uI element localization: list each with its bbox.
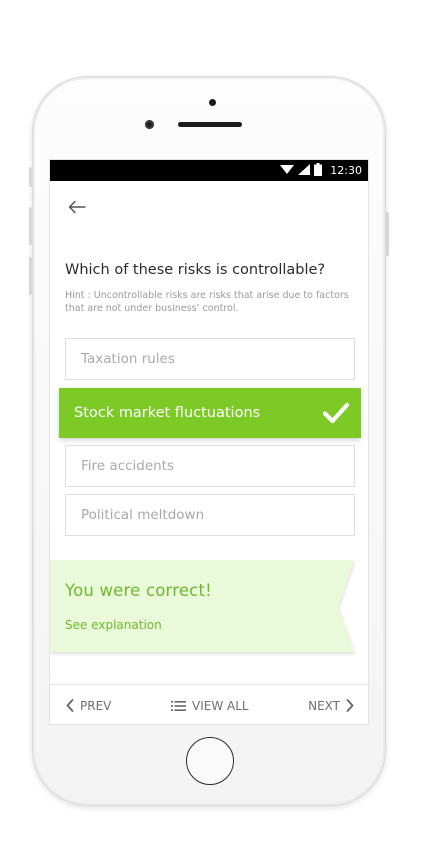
option-taxation-rules[interactable]: Taxation rules [65,338,355,380]
view-all-button[interactable]: VIEW ALL [171,685,249,724]
hint-text: Hint : Uncontrollable risks are risks th… [65,290,349,314]
arrow-left-icon [68,200,86,214]
side-button-mute [29,167,32,187]
view-all-label: VIEW ALL [192,698,249,713]
wifi-icon [280,164,295,178]
next-button[interactable]: NEXT [308,685,354,724]
device-mockup: 12:30 Which of these risks is controllab… [0,0,421,862]
status-time: 12:30 [330,164,362,177]
side-button-power [386,212,389,256]
list-icon [171,700,186,711]
question-text: Which of these risks is controllable? [65,262,326,278]
signal-icon [298,163,311,178]
option-label: Taxation rules [81,351,175,367]
option-stock-market-fluctuations[interactable]: Stock market fluctuations [59,388,361,438]
home-button[interactable] [186,737,234,785]
back-button[interactable] [66,196,88,218]
checkmark-icon [323,401,349,425]
camera-icon [209,99,216,106]
feedback-banner: You were correct! See explanation [50,560,358,656]
option-political-meltdown[interactable]: Political meltdown [65,494,355,536]
side-button-volume-down [29,257,32,295]
front-sensor [145,120,154,129]
app-screen: 12:30 Which of these risks is controllab… [49,159,369,725]
option-fire-accidents[interactable]: Fire accidents [65,445,355,487]
earpiece-speaker [178,122,242,127]
prev-button[interactable]: PREV [66,685,112,724]
next-label: NEXT [308,698,340,713]
feedback-title: You were correct! [65,581,212,600]
feedback-ribbon-shape [50,560,354,652]
bottom-navigation: PREV VIEW ALL NEXT [50,684,368,724]
chevron-right-icon [346,699,354,712]
prev-label: PREV [80,698,112,713]
see-explanation-link[interactable]: See explanation [65,618,162,632]
status-bar: 12:30 [50,160,368,181]
option-label: Fire accidents [81,458,175,474]
battery-icon [314,162,323,179]
chevron-left-icon [66,699,74,712]
option-label: Political meltdown [81,507,205,523]
option-label: Stock market fluctuations [74,405,261,421]
side-button-volume-up [29,207,32,245]
status-icons: 12:30 [280,162,362,179]
